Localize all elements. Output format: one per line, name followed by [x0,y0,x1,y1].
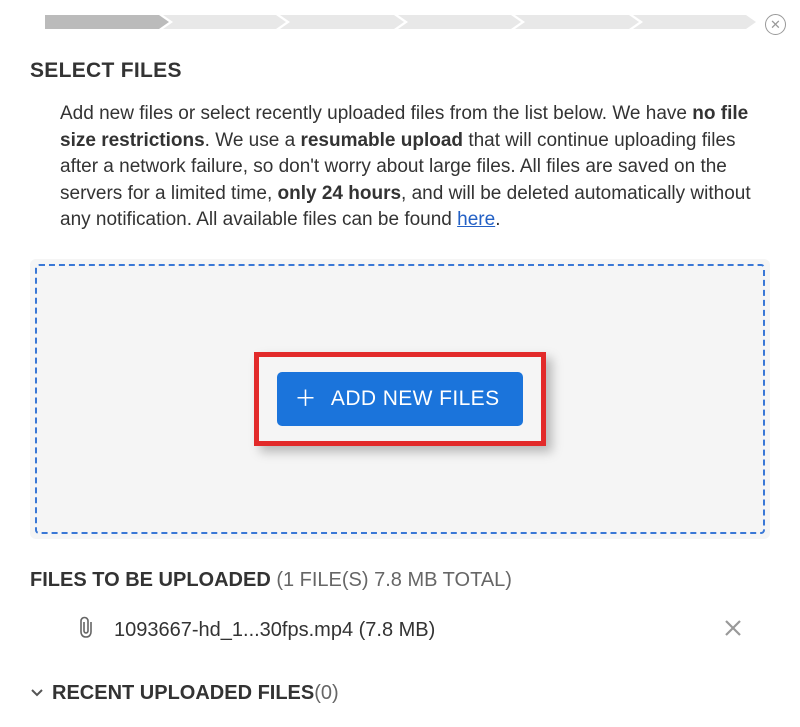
recent-label: RECENT UPLOADED FILES [52,682,314,705]
select-files-title: SELECT FILES [30,59,770,83]
dropzone[interactable]: ＋ ADD NEW FILES [35,264,765,534]
recent-uploaded-header[interactable]: RECENT UPLOADED FILES (0) [30,682,770,705]
file-row: 1093667-hd_1...30fps.mp4 (7.8 MB) [30,614,770,647]
files-to-upload-count: (1 FILE(S) 7.8 MB TOTAL) [271,569,512,591]
highlight-box: ＋ ADD NEW FILES [254,352,547,446]
step-5[interactable] [515,15,629,29]
close-icon [724,619,742,637]
files-to-upload-label: FILES TO BE UPLOADED [30,569,271,591]
desc-bold2: resumable upload [300,130,463,151]
progress-steps [45,15,750,29]
file-name: 1093667-hd_1...30fps.mp4 (7.8 MB) [114,619,719,642]
add-button-label: ADD NEW FILES [331,387,500,411]
paperclip-icon [78,616,96,645]
step-2[interactable] [163,15,277,29]
desc-part5: . [495,209,500,230]
step-1[interactable] [45,15,159,29]
dropzone-wrapper: ＋ ADD NEW FILES [30,259,770,539]
close-icon: ✕ [770,18,781,31]
desc-bold3: only 24 hours [278,183,402,204]
add-new-files-button[interactable]: ＋ ADD NEW FILES [277,372,524,426]
step-3[interactable] [280,15,394,29]
step-6[interactable] [633,15,747,29]
remove-file-button[interactable] [719,614,770,647]
desc-part2: . We use a [205,130,301,151]
step-4[interactable] [398,15,512,29]
plus-icon: ＋ [295,388,317,410]
desc-part1: Add new files or select recently uploade… [60,103,692,124]
description-text: Add new files or select recently uploade… [60,101,770,234]
here-link[interactable]: here [457,209,495,230]
recent-count: (0) [314,682,338,705]
close-button[interactable]: ✕ [765,14,786,35]
chevron-down-icon [30,682,44,705]
files-to-upload-header: FILES TO BE UPLOADED (1 FILE(S) 7.8 MB T… [30,569,770,592]
